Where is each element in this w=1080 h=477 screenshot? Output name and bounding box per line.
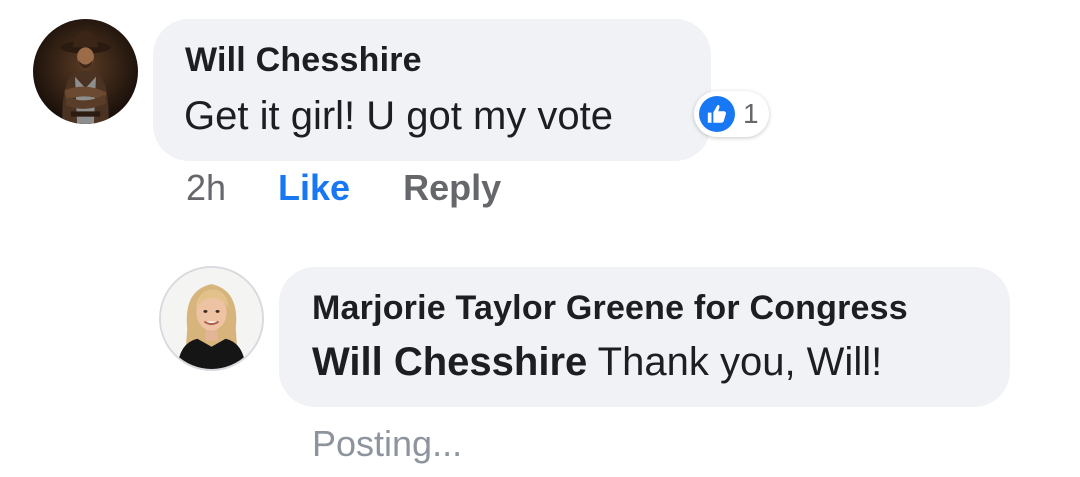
- comment-bubble: Will Chesshire Get it girl! U got my vot…: [153, 19, 711, 161]
- reply-text: Will Chesshire Thank you, Will!: [312, 340, 882, 385]
- reply-message: Thank you, Will!: [587, 340, 883, 384]
- reaction-summary[interactable]: 1: [694, 91, 769, 137]
- profile-photo-image: [161, 268, 262, 369]
- reply-button[interactable]: Reply: [403, 167, 501, 209]
- comment-timestamp[interactable]: 2h: [186, 167, 226, 209]
- reply-author-name[interactable]: Marjorie Taylor Greene for Congress: [312, 289, 908, 328]
- like-button[interactable]: Like: [278, 167, 350, 209]
- replier-avatar[interactable]: [159, 266, 264, 371]
- cowboy-avatar-image: [33, 19, 138, 124]
- reply-bubble: Marjorie Taylor Greene for Congress Will…: [279, 267, 1010, 407]
- commenter-avatar[interactable]: [33, 19, 138, 124]
- comment-author-name[interactable]: Will Chesshire: [185, 41, 422, 80]
- comment-text: Get it girl! U got my vote: [184, 94, 614, 138]
- reaction-count: 1: [743, 98, 759, 129]
- comment-actions: 2h Like Reply: [186, 167, 501, 209]
- like-icon: [699, 96, 735, 132]
- posting-status: Posting...: [312, 423, 463, 464]
- mention-tag[interactable]: Will Chesshire: [312, 340, 587, 384]
